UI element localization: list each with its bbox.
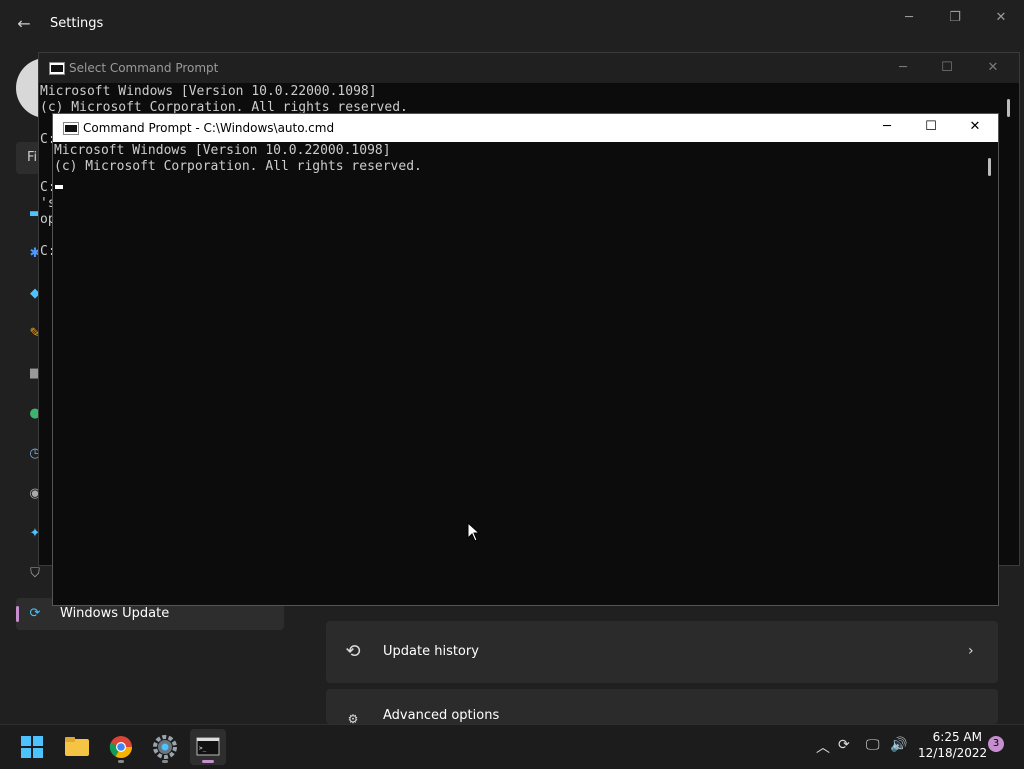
running-indicator <box>162 760 168 763</box>
chevron-right-icon: › <box>968 643 974 659</box>
cmd-back-titlebar[interactable]: Select Command Prompt ─ ☐ ✕ <box>39 53 1019 83</box>
history-icon: ⟲ <box>345 641 361 662</box>
search-placeholder: Fi <box>27 150 38 165</box>
privacy-security-icon[interactable]: ⛉ <box>27 566 43 582</box>
terminal-line: (c) Microsoft Corporation. All rights re… <box>54 159 422 174</box>
minimize-button[interactable]: ─ <box>886 6 932 30</box>
network-status-icon[interactable]: 🖵 <box>866 737 880 753</box>
sidebar-item-label: Windows Update <box>60 606 170 621</box>
scrollbar[interactable] <box>988 158 991 176</box>
close-button[interactable]: ✕ <box>978 6 1024 30</box>
settings-titlebar: ← Settings ─ ❐ ✕ <box>0 0 1024 48</box>
minimize-button[interactable]: ─ <box>881 56 925 80</box>
back-button[interactable]: ← <box>10 10 38 38</box>
cmd-back-title: Select Command Prompt <box>69 61 219 75</box>
clock-date: 12/18/2022 <box>918 746 988 760</box>
windows-start-icon <box>21 736 43 758</box>
windows-update-icon: ⟳ <box>29 606 41 621</box>
running-indicator <box>118 760 124 763</box>
cmd-icon <box>63 122 79 135</box>
close-button[interactable]: ✕ <box>953 115 997 139</box>
sync-icon[interactable]: ⟳ <box>838 737 850 753</box>
chrome-button[interactable] <box>103 729 139 765</box>
chevron-up-icon[interactable]: ︿ <box>816 737 830 757</box>
maximize-button[interactable]: ☐ <box>909 115 953 139</box>
selection-indicator <box>16 606 19 622</box>
command-prompt-window[interactable]: Command Prompt - C:\Windows\auto.cmd ─ ☐… <box>52 113 999 606</box>
command-prompt-button[interactable]: >_ <box>190 729 226 765</box>
file-explorer-button[interactable] <box>59 729 95 765</box>
svg-text:>_: >_ <box>199 745 207 752</box>
restore-button[interactable]: ❐ <box>932 6 978 30</box>
active-indicator <box>202 760 214 763</box>
terminal-line: Microsoft Windows [Version 10.0.22000.10… <box>40 84 377 99</box>
advanced-options-label: Advanced options <box>383 708 500 723</box>
taskbar: >_ ︿ ⟳ 🖵 🔊 6:25 AM 12/18/2022 3 <box>0 724 1024 769</box>
cmd-icon <box>49 62 65 75</box>
scrollbar[interactable] <box>1007 99 1010 117</box>
mouse-pointer-icon <box>467 522 481 542</box>
settings-title: Settings <box>50 16 104 31</box>
notification-badge[interactable]: 3 <box>988 736 1004 752</box>
cmd-title: Command Prompt - C:\Windows\auto.cmd <box>83 121 335 135</box>
cmd-titlebar[interactable]: Command Prompt - C:\Windows\auto.cmd ─ ☐… <box>53 114 998 142</box>
terminal-line: Microsoft Windows [Version 10.0.22000.10… <box>54 143 391 158</box>
clock-time: 6:25 AM <box>932 730 982 744</box>
clock[interactable]: 6:25 AM 12/18/2022 <box>918 729 988 761</box>
folder-icon <box>65 737 89 756</box>
text-cursor <box>55 185 63 189</box>
minimize-button[interactable]: ─ <box>865 115 909 139</box>
settings-button[interactable] <box>147 729 183 765</box>
update-history-label: Update history <box>383 644 479 659</box>
volume-icon[interactable]: 🔊 <box>890 737 907 753</box>
maximize-button[interactable]: ☐ <box>925 56 969 80</box>
close-button[interactable]: ✕ <box>971 56 1015 80</box>
start-button[interactable] <box>14 729 50 765</box>
